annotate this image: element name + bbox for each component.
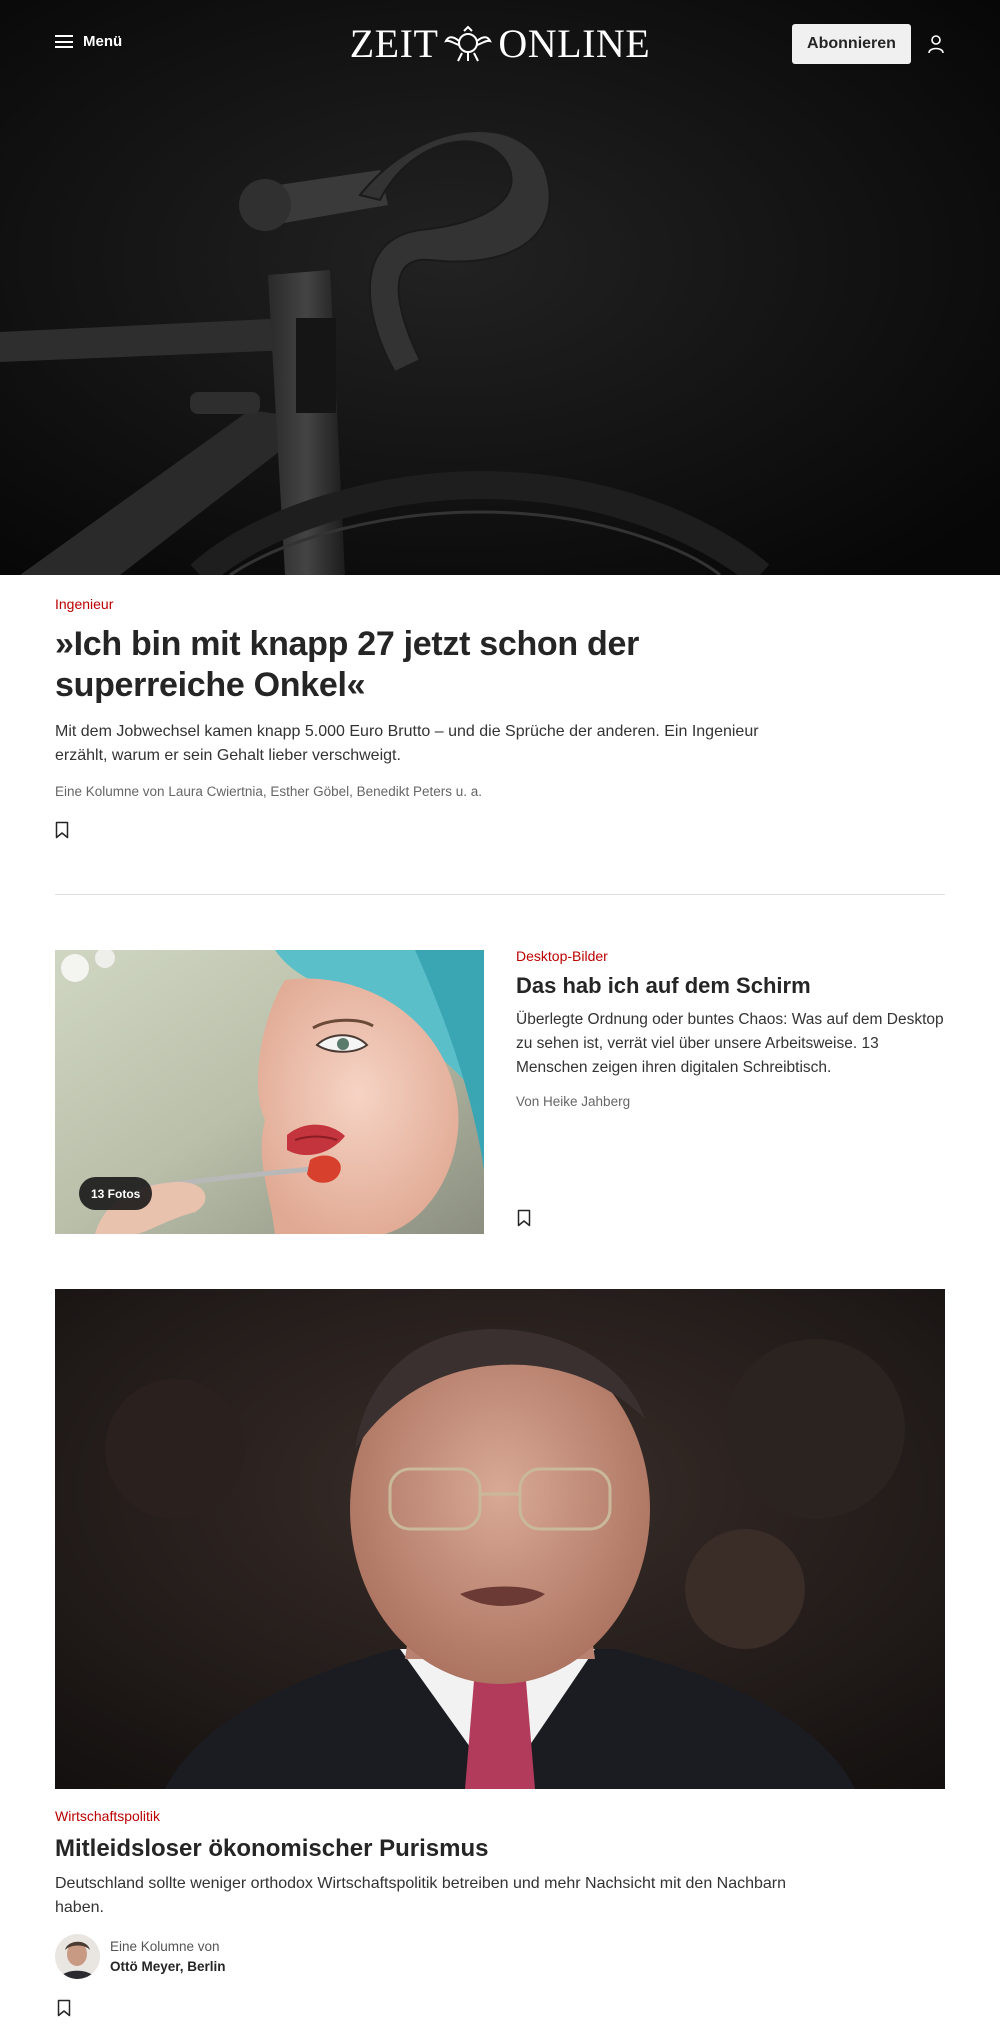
bookmark-icon[interactable] [55,821,69,839]
menu-label: Menü [83,33,123,50]
hero-image[interactable]: Menü ZEIT ONLINE Abonnieren [0,0,1000,575]
author-text: Eine Kolumne von Ottö Meyer, Berlin [110,1937,226,1977]
zeit-online-logo[interactable]: ZEIT ONLINE [340,20,660,66]
article-teaser[interactable]: Mit dem Jobwechsel kamen knapp 5.000 Eur… [55,720,765,768]
article-kicker[interactable]: Ingenieur [55,596,775,612]
article-teaser[interactable]: Deutschland sollte weniger orthodox Wirt… [55,1872,815,1920]
author-prefix: Eine Kolumne von [110,1938,220,1954]
teaser-article: Desktop-Bilder Das hab ich auf dem Schir… [516,948,946,1109]
photo-count-badge: 13 Fotos [79,1177,153,1210]
logo-text-right: ONLINE [498,20,651,66]
section-divider [55,894,945,895]
article-title[interactable]: Das hab ich auf dem Schirm [516,972,946,1000]
avatar [55,1934,100,1979]
elderly-man-portrait-photo [55,1289,945,1789]
bookmark-icon[interactable] [517,1209,531,1227]
opinion-article: Wirtschaftspolitik Mitleidsloser ökonomi… [55,1808,945,1920]
subscribe-button[interactable]: Abonnieren [792,24,911,64]
article-kicker[interactable]: Desktop-Bilder [516,948,946,964]
logo-text-left: ZEIT [349,20,439,66]
bookmark-icon[interactable] [57,1999,71,2017]
user-icon[interactable] [927,34,945,54]
article-teaser[interactable]: Überlegte Ordnung oder buntes Chaos: Was… [516,1008,946,1080]
site-header: Menü ZEIT ONLINE Abonnieren [0,0,1000,88]
article-image[interactable]: 13 Fotos [55,950,484,1234]
author-name[interactable]: Ottö Meyer, Berlin [110,1957,226,1977]
article-byline: Von Heike Jahberg [516,1094,631,1109]
author-info[interactable]: Eine Kolumne von Ottö Meyer, Berlin [55,1934,226,1979]
article-kicker[interactable]: Wirtschaftspolitik [55,1808,945,1824]
menu-button[interactable]: Menü [55,33,122,50]
eagle-crest-icon [444,25,493,62]
lead-article: Ingenieur »Ich bin mit knapp 27 jetzt sc… [55,596,775,839]
article-image[interactable] [55,1289,945,1789]
article-title[interactable]: »Ich bin mit knapp 27 jetzt schon der su… [55,624,775,706]
article-title[interactable]: Mitleidsloser ökonomischer Purismus [55,1834,945,1864]
article-byline: Eine Kolumne von Laura Cwiertnia, Esther… [55,784,482,799]
hamburger-icon [55,35,73,48]
